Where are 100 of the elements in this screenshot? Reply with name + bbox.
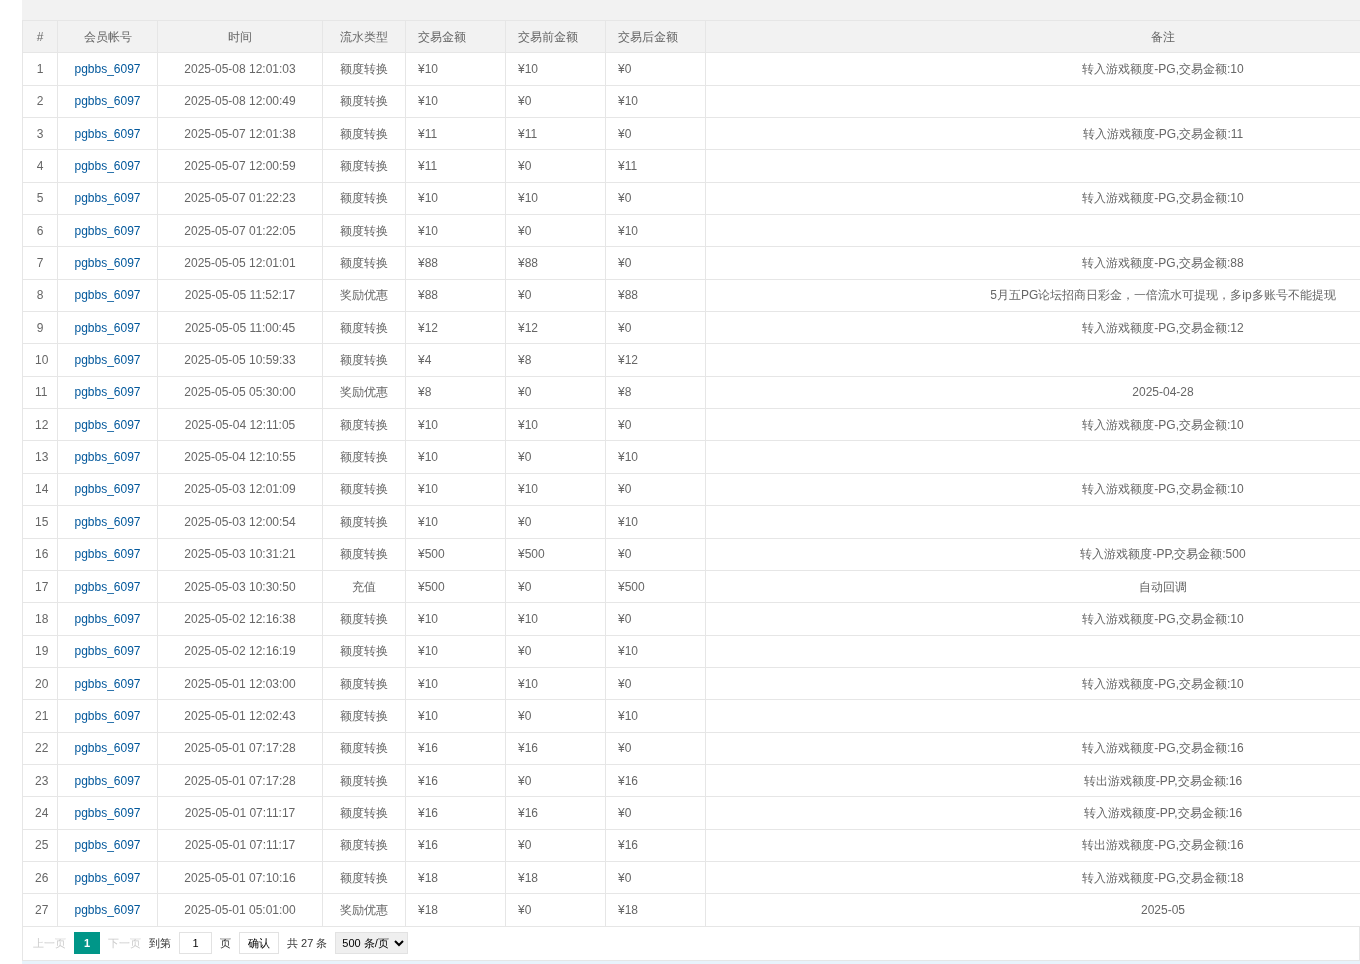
table-cell: 2025-05-05 12:01:01	[184, 256, 296, 271]
table-cell: ¥10	[618, 708, 639, 723]
table-cell: 转入游戏额度-PG,交易金额:10	[1082, 676, 1244, 691]
table-cell: 20	[35, 676, 49, 691]
goto-label: 到第	[149, 935, 171, 951]
table-cell: ¥16	[518, 805, 539, 820]
table-cell: ¥16	[418, 805, 439, 820]
table-cell: ¥0	[618, 611, 632, 626]
table-cell: 转入游戏额度-PG,交易金额:10	[1082, 417, 1244, 432]
table-cell: ¥12	[418, 320, 439, 335]
page-size-select[interactable]: 500 条/页	[335, 932, 409, 955]
table-cell: 转入游戏额度-PG,交易金额:10	[1082, 611, 1244, 626]
table-cell: 2	[36, 94, 44, 109]
table-cell: 2025-05-05 10:59:33	[184, 353, 296, 368]
table-cell: 2025-05-01 07:11:17	[184, 838, 296, 853]
table-cell: 转入游戏额度-PG,交易金额:11	[1082, 126, 1244, 141]
table-cell: 额度转换	[340, 320, 388, 335]
table-cell: 6	[36, 223, 44, 238]
table-cell: ¥0	[518, 450, 532, 465]
table-cell: ¥10	[418, 417, 439, 432]
table-cell: 额度转换	[340, 62, 388, 76]
column-header: #	[22, 20, 58, 53]
table-cell: ¥12	[518, 320, 539, 335]
table-cell: 5	[36, 191, 44, 206]
table-cell: ¥10	[418, 223, 439, 238]
table-cell: 额度转换	[340, 838, 388, 853]
table-cell: 额度转换	[340, 644, 388, 659]
table-cell: 2025-05-02 12:16:19	[184, 644, 296, 659]
table-cell: 24	[35, 805, 49, 820]
table-cell: 14	[35, 482, 49, 497]
table-cell: ¥0	[518, 708, 532, 723]
table-cell: ¥10	[618, 223, 639, 238]
table-cell: 7	[36, 256, 44, 271]
table-cell: ¥500	[618, 579, 645, 594]
table-cell: 2025-05-05 11:52:17	[184, 288, 296, 303]
table-cell: ¥0	[618, 676, 632, 691]
table-cell: 10	[35, 353, 49, 368]
column-header: 流水类型	[322, 20, 406, 53]
page-number-field[interactable]: 1	[179, 932, 212, 955]
table-cell: 2025-05-07 12:01:38	[184, 126, 296, 141]
table-cell: ¥10	[418, 676, 439, 691]
table-cell: ¥8	[418, 385, 432, 400]
table-cell: ¥10	[518, 191, 539, 206]
table-cell: 2025-05-03 10:30:50	[184, 579, 296, 594]
table-cell: 充值	[352, 579, 376, 594]
table-cell: 19	[35, 644, 49, 659]
table-cell: 额度转换	[340, 450, 388, 465]
column-header: 交易前金额	[505, 20, 606, 53]
table-cell: 2025-05-03 10:31:21	[184, 547, 296, 562]
table-cell: 额度转换	[340, 611, 388, 626]
table-cell: ¥10	[418, 62, 439, 76]
table-cell: 转入游戏额度-PP,交易金额:500	[1080, 547, 1246, 562]
table-cell: ¥10	[418, 708, 439, 723]
table-cell: ¥0	[618, 320, 632, 335]
table-cell: 21	[35, 708, 49, 723]
table-cell: 3	[36, 126, 44, 141]
table-cell: ¥0	[518, 223, 532, 238]
table-cell: 转入游戏额度-PG,交易金额:16	[1082, 741, 1244, 756]
table-cell: 2025-05-07 12:00:59	[184, 159, 296, 174]
table-cell: 额度转换	[340, 159, 388, 174]
table-cell: ¥0	[518, 838, 532, 853]
table-cell: ¥10	[518, 611, 539, 626]
table-cell: ¥0	[618, 805, 632, 820]
table-cell: 2025-05-03 12:00:54	[184, 514, 296, 529]
table-cell: ¥18	[418, 870, 439, 885]
table-cell: 自动回调	[1139, 579, 1187, 594]
table-cell: 2025-05-01 07:11:17	[184, 805, 296, 820]
table-cell: 2025-05-01 12:02:43	[184, 708, 296, 723]
table-cell: 转出游戏额度-PG,交易金额:16	[1082, 838, 1244, 853]
table-cell: 2025-05-07 01:22:23	[184, 191, 296, 206]
table-cell: 23	[35, 773, 49, 788]
table-cell: ¥4	[418, 353, 432, 368]
table-cell: 2025-05-01 12:03:00	[184, 676, 296, 691]
table-cell: 额度转换	[340, 676, 388, 691]
table-cell: 26	[35, 870, 49, 885]
column-header: 时间	[157, 20, 323, 53]
table-cell: ¥10	[418, 94, 439, 109]
table-cell: 2025-05-04 12:10:55	[184, 450, 296, 465]
table-cell: 奖励优惠	[340, 902, 388, 917]
table-cell: 2025-05-01 07:17:28	[184, 741, 296, 756]
table-cell: 2025-04-28	[1132, 385, 1194, 400]
table-cell: ¥88	[418, 256, 439, 271]
total-count: 共 27 条	[287, 935, 328, 951]
table-cell: 2025-05-01 07:10:16	[184, 870, 296, 885]
table-cell: ¥0	[518, 644, 532, 659]
table-cell: 奖励优惠	[340, 385, 388, 400]
table-cell: ¥0	[518, 159, 532, 174]
table-cell: ¥10	[418, 191, 439, 206]
page-button[interactable]: 1	[74, 932, 100, 955]
table-cell: 转入游戏额度-PP,交易金额:16	[1083, 805, 1243, 820]
table-cell: 12	[35, 417, 49, 432]
table-cell: 22	[35, 741, 49, 756]
table-cell: ¥16	[618, 838, 639, 853]
table-cell: 转入游戏额度-PG,交易金额:10	[1082, 191, 1244, 206]
table-cell: ¥500	[418, 547, 445, 562]
table-cell: 15	[35, 514, 49, 529]
table-cell: ¥88	[618, 288, 639, 303]
table-cell: 转出游戏额度-PP,交易金额:16	[1083, 773, 1243, 788]
confirm-button[interactable]: 确认	[239, 932, 279, 955]
table-cell: ¥10	[418, 514, 439, 529]
